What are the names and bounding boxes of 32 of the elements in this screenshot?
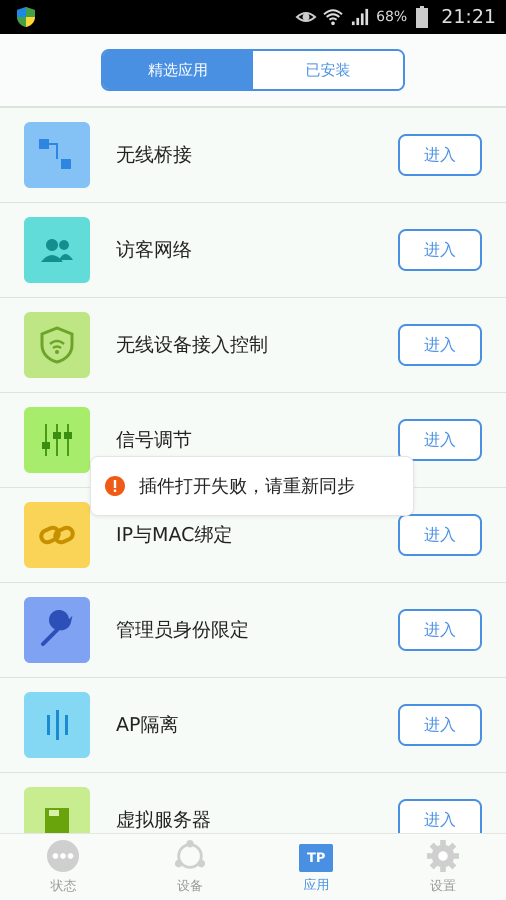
clock: 21:21	[441, 6, 496, 28]
enter-button[interactable]: 进入	[398, 514, 482, 556]
enter-button[interactable]: 进入	[398, 134, 482, 176]
toolbox-icon: TP	[299, 844, 334, 872]
app-name: 无线设备接入控制	[116, 333, 269, 358]
enter-button[interactable]: 进入	[398, 324, 482, 366]
nav-tab[interactable]: 状态	[0, 834, 126, 900]
enter-button[interactable]: 进入	[398, 704, 482, 746]
tab[interactable]: 已安装	[253, 51, 403, 89]
app-name: AP隔离	[116, 713, 180, 738]
dots-icon	[46, 839, 80, 873]
app-name: 无线桥接	[116, 143, 193, 168]
enter-button[interactable]: 进入	[398, 799, 482, 833]
battery-icon	[416, 6, 428, 28]
gear-icon	[426, 839, 460, 873]
enter-button[interactable]: 进入	[398, 419, 482, 461]
warning-icon	[105, 476, 125, 496]
shield-icon	[16, 6, 36, 28]
nav-tab[interactable]: 设备	[126, 834, 253, 900]
nav-tab[interactable]: 设置	[380, 834, 506, 900]
enter-button[interactable]: 进入	[398, 609, 482, 651]
nav-tab[interactable]: TP 应用	[253, 834, 380, 900]
tab[interactable]: 精选应用	[103, 51, 253, 89]
app-name: 管理员身份限定	[116, 618, 250, 643]
app-name: IP与MAC绑定	[116, 523, 234, 548]
app-name: 虚拟服务器	[116, 808, 212, 833]
enter-button[interactable]: 进入	[398, 229, 482, 271]
toast-message: 插件打开失败，请重新同步	[139, 475, 355, 498]
app-name: 访客网络	[116, 238, 193, 263]
app-name: 信号调节	[116, 428, 193, 453]
wifi-icon	[322, 8, 344, 26]
battery-percent: 68%	[376, 9, 408, 25]
